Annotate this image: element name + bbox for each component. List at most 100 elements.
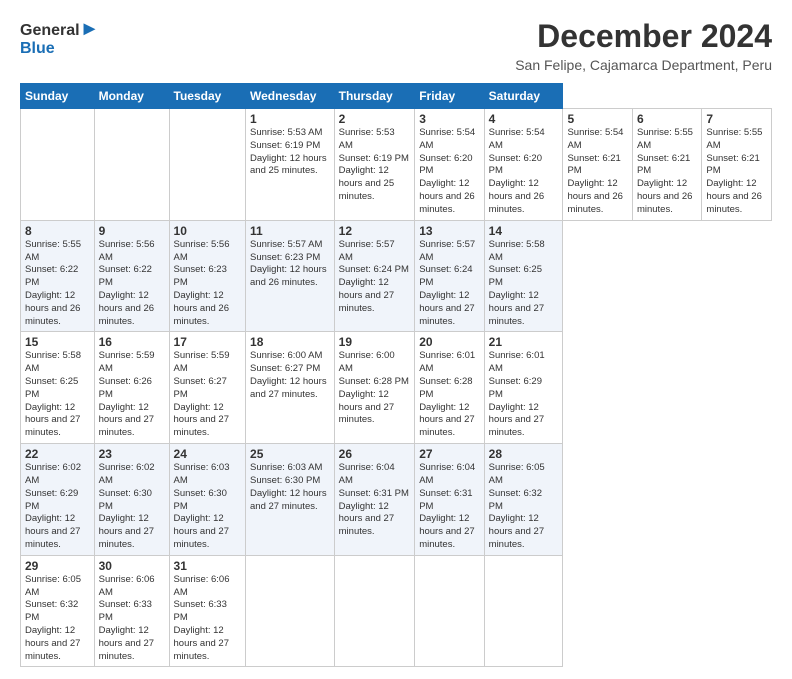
day-number: 2 [339, 112, 411, 126]
day-number: 24 [174, 447, 242, 461]
day-number: 28 [489, 447, 559, 461]
calendar-cell: 27Sunrise: 6:04 AMSunset: 6:31 PMDayligh… [415, 444, 484, 556]
calendar-week-4: 22Sunrise: 6:02 AMSunset: 6:29 PMDayligh… [21, 444, 772, 556]
calendar-cell [484, 555, 563, 667]
calendar-cell: 14Sunrise: 5:58 AMSunset: 6:25 PMDayligh… [484, 220, 563, 332]
calendar-table: SundayMondayTuesdayWednesdayThursdayFrid… [20, 83, 772, 667]
calendar-cell [21, 109, 95, 221]
day-info: Sunrise: 5:54 AMSunset: 6:20 PMDaylight:… [419, 127, 479, 217]
day-info: Sunrise: 6:02 AMSunset: 6:29 PMDaylight:… [25, 462, 90, 552]
day-number: 9 [99, 224, 165, 238]
day-number: 15 [25, 335, 90, 349]
logo: General► Blue [20, 18, 99, 58]
weekday-header-row: SundayMondayTuesdayWednesdayThursdayFrid… [21, 84, 772, 109]
day-info: Sunrise: 5:57 AMSunset: 6:23 PMDaylight:… [250, 239, 330, 290]
day-info: Sunrise: 6:01 AMSunset: 6:28 PMDaylight:… [419, 350, 479, 440]
weekday-header-monday: Monday [94, 84, 169, 109]
calendar-cell: 10Sunrise: 5:56 AMSunset: 6:23 PMDayligh… [169, 220, 246, 332]
calendar-cell: 5Sunrise: 5:54 AMSunset: 6:21 PMDaylight… [563, 109, 632, 221]
calendar-cell: 23Sunrise: 6:02 AMSunset: 6:30 PMDayligh… [94, 444, 169, 556]
calendar-cell: 16Sunrise: 5:59 AMSunset: 6:26 PMDayligh… [94, 332, 169, 444]
calendar-cell: 2Sunrise: 5:53 AMSunset: 6:19 PMDaylight… [334, 109, 415, 221]
calendar-cell: 11Sunrise: 5:57 AMSunset: 6:23 PMDayligh… [246, 220, 335, 332]
calendar-cell [246, 555, 335, 667]
day-number: 20 [419, 335, 479, 349]
calendar-cell: 25Sunrise: 6:03 AMSunset: 6:30 PMDayligh… [246, 444, 335, 556]
calendar-cell: 19Sunrise: 6:00 AMSunset: 6:28 PMDayligh… [334, 332, 415, 444]
day-info: Sunrise: 5:57 AMSunset: 6:24 PMDaylight:… [419, 239, 479, 329]
day-number: 6 [637, 112, 697, 126]
day-info: Sunrise: 6:02 AMSunset: 6:30 PMDaylight:… [99, 462, 165, 552]
day-number: 5 [567, 112, 627, 126]
weekday-header-wednesday: Wednesday [246, 84, 335, 109]
day-number: 27 [419, 447, 479, 461]
calendar-cell: 8Sunrise: 5:55 AMSunset: 6:22 PMDaylight… [21, 220, 95, 332]
title-area: December 2024 San Felipe, Cajamarca Depa… [515, 18, 772, 73]
main-title: December 2024 [515, 18, 772, 55]
day-number: 19 [339, 335, 411, 349]
day-info: Sunrise: 5:58 AMSunset: 6:25 PMDaylight:… [489, 239, 559, 329]
day-number: 29 [25, 559, 90, 573]
calendar-cell: 7Sunrise: 5:55 AMSunset: 6:21 PMDaylight… [702, 109, 772, 221]
calendar-cell: 3Sunrise: 5:54 AMSunset: 6:20 PMDaylight… [415, 109, 484, 221]
day-info: Sunrise: 5:53 AMSunset: 6:19 PMDaylight:… [250, 127, 330, 178]
calendar-cell: 22Sunrise: 6:02 AMSunset: 6:29 PMDayligh… [21, 444, 95, 556]
day-info: Sunrise: 6:04 AMSunset: 6:31 PMDaylight:… [339, 462, 411, 539]
day-number: 3 [419, 112, 479, 126]
day-number: 14 [489, 224, 559, 238]
day-info: Sunrise: 6:03 AMSunset: 6:30 PMDaylight:… [250, 462, 330, 513]
day-info: Sunrise: 5:54 AMSunset: 6:21 PMDaylight:… [567, 127, 627, 217]
calendar-cell: 30Sunrise: 6:06 AMSunset: 6:33 PMDayligh… [94, 555, 169, 667]
calendar-cell: 21Sunrise: 6:01 AMSunset: 6:29 PMDayligh… [484, 332, 563, 444]
day-number: 21 [489, 335, 559, 349]
day-number: 22 [25, 447, 90, 461]
day-info: Sunrise: 6:00 AMSunset: 6:27 PMDaylight:… [250, 350, 330, 401]
calendar-week-2: 8Sunrise: 5:55 AMSunset: 6:22 PMDaylight… [21, 220, 772, 332]
day-number: 31 [174, 559, 242, 573]
day-number: 8 [25, 224, 90, 238]
logo-bird-icon: ► [80, 18, 100, 40]
calendar-cell: 26Sunrise: 6:04 AMSunset: 6:31 PMDayligh… [334, 444, 415, 556]
day-number: 16 [99, 335, 165, 349]
calendar-cell: 12Sunrise: 5:57 AMSunset: 6:24 PMDayligh… [334, 220, 415, 332]
day-info: Sunrise: 6:06 AMSunset: 6:33 PMDaylight:… [174, 574, 242, 664]
calendar-cell: 31Sunrise: 6:06 AMSunset: 6:33 PMDayligh… [169, 555, 246, 667]
day-info: Sunrise: 5:59 AMSunset: 6:26 PMDaylight:… [99, 350, 165, 440]
day-info: Sunrise: 5:55 AMSunset: 6:21 PMDaylight:… [706, 127, 767, 217]
day-number: 11 [250, 224, 330, 238]
calendar-cell: 17Sunrise: 5:59 AMSunset: 6:27 PMDayligh… [169, 332, 246, 444]
day-number: 13 [419, 224, 479, 238]
day-number: 25 [250, 447, 330, 461]
day-info: Sunrise: 5:56 AMSunset: 6:23 PMDaylight:… [174, 239, 242, 329]
calendar-cell: 18Sunrise: 6:00 AMSunset: 6:27 PMDayligh… [246, 332, 335, 444]
header: General► Blue December 2024 San Felipe, … [20, 18, 772, 73]
calendar-cell: 4Sunrise: 5:54 AMSunset: 6:20 PMDaylight… [484, 109, 563, 221]
weekday-header-tuesday: Tuesday [169, 84, 246, 109]
day-info: Sunrise: 6:06 AMSunset: 6:33 PMDaylight:… [99, 574, 165, 664]
day-number: 30 [99, 559, 165, 573]
weekday-header-thursday: Thursday [334, 84, 415, 109]
calendar-cell: 28Sunrise: 6:05 AMSunset: 6:32 PMDayligh… [484, 444, 563, 556]
weekday-header-saturday: Saturday [484, 84, 563, 109]
calendar-cell [169, 109, 246, 221]
calendar-cell [334, 555, 415, 667]
day-info: Sunrise: 5:55 AMSunset: 6:22 PMDaylight:… [25, 239, 90, 329]
day-number: 1 [250, 112, 330, 126]
day-info: Sunrise: 5:53 AMSunset: 6:19 PMDaylight:… [339, 127, 411, 204]
calendar-cell: 13Sunrise: 5:57 AMSunset: 6:24 PMDayligh… [415, 220, 484, 332]
day-info: Sunrise: 5:57 AMSunset: 6:24 PMDaylight:… [339, 239, 411, 316]
calendar-cell: 6Sunrise: 5:55 AMSunset: 6:21 PMDaylight… [632, 109, 701, 221]
day-info: Sunrise: 5:54 AMSunset: 6:20 PMDaylight:… [489, 127, 559, 217]
logo-blue: Blue [20, 40, 99, 58]
day-number: 7 [706, 112, 767, 126]
day-info: Sunrise: 6:05 AMSunset: 6:32 PMDaylight:… [489, 462, 559, 552]
day-info: Sunrise: 5:58 AMSunset: 6:25 PMDaylight:… [25, 350, 90, 440]
day-info: Sunrise: 5:56 AMSunset: 6:22 PMDaylight:… [99, 239, 165, 329]
day-info: Sunrise: 6:01 AMSunset: 6:29 PMDaylight:… [489, 350, 559, 440]
calendar-week-1: 1Sunrise: 5:53 AMSunset: 6:19 PMDaylight… [21, 109, 772, 221]
day-info: Sunrise: 5:55 AMSunset: 6:21 PMDaylight:… [637, 127, 697, 217]
calendar-cell: 24Sunrise: 6:03 AMSunset: 6:30 PMDayligh… [169, 444, 246, 556]
day-number: 26 [339, 447, 411, 461]
calendar-cell: 20Sunrise: 6:01 AMSunset: 6:28 PMDayligh… [415, 332, 484, 444]
day-info: Sunrise: 5:59 AMSunset: 6:27 PMDaylight:… [174, 350, 242, 440]
